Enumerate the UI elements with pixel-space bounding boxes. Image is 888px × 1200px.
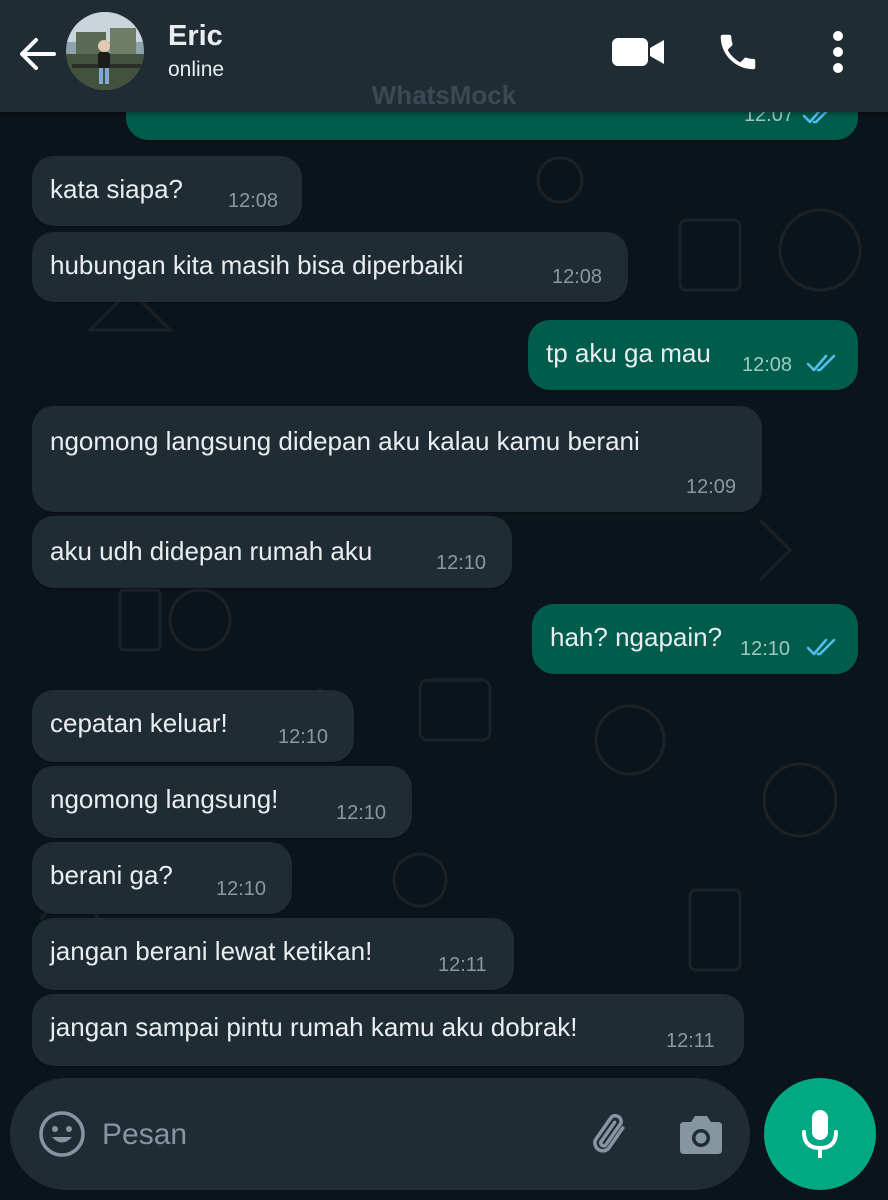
message-time: 12:10 xyxy=(336,802,387,824)
contact-name[interactable]: Eric xyxy=(168,20,223,53)
message-text: ngomong langsung didepan aku kalau kamu … xyxy=(50,426,640,456)
message-time: 12:11 xyxy=(438,954,487,976)
message-time: 12:10 xyxy=(740,638,791,660)
attach-button[interactable] xyxy=(584,1108,640,1164)
message-bubble[interactable]: ngomong langsung didepan aku kalau kamu … xyxy=(32,406,762,512)
message-bubble[interactable]: berani ga? 12:10 xyxy=(32,842,292,914)
more-options-button[interactable] xyxy=(818,22,858,82)
chat-screen: Eric online WhatsMock 12:07 kata siapa? … xyxy=(0,0,888,1200)
paperclip-icon xyxy=(593,1113,625,1153)
message-text: cepatan keluar! xyxy=(50,708,228,738)
message-bubble[interactable]: jangan sampai pintu rumah kamu aku dobra… xyxy=(32,994,744,1066)
message-time: 12:10 xyxy=(278,726,329,748)
message-bubble[interactable]: tp aku ga mau 12:08 xyxy=(528,320,858,390)
message-time: 12:08 xyxy=(552,266,603,288)
video-call-button[interactable] xyxy=(604,24,672,80)
contact-status: online xyxy=(168,58,225,81)
message-text: hubungan kita masih bisa diperbaiki xyxy=(50,250,464,280)
watermark: WhatsMock xyxy=(371,80,517,110)
phone-icon xyxy=(720,34,756,70)
message-text: jangan sampai pintu rumah kamu aku dobra… xyxy=(50,1012,578,1042)
message-text: tp aku ga mau xyxy=(546,338,711,368)
voice-call-button[interactable] xyxy=(708,22,768,82)
camera-icon xyxy=(680,1116,722,1154)
double-check-icon xyxy=(806,354,836,372)
message-time: 12:11 xyxy=(666,1030,715,1052)
message-time: 12:10 xyxy=(436,552,487,574)
message-text: aku udh didepan rumah aku xyxy=(50,536,373,566)
voice-message-button[interactable] xyxy=(764,1078,876,1190)
message-text: hah? ngapain? xyxy=(550,622,723,652)
video-camera-icon xyxy=(612,38,664,66)
message-input[interactable] xyxy=(100,1106,564,1164)
message-text: berani ga? xyxy=(50,860,173,890)
message-bubble[interactable]: aku udh didepan rumah aku 12:10 xyxy=(32,516,512,588)
arrow-left-icon xyxy=(20,38,56,70)
message-time: 12:09 xyxy=(686,476,737,498)
smiley-icon xyxy=(39,1111,85,1157)
emoji-button[interactable] xyxy=(38,1110,86,1158)
avatar[interactable] xyxy=(66,12,144,90)
message-bubble[interactable]: hah? ngapain? 12:10 xyxy=(532,604,858,674)
camera-button[interactable] xyxy=(676,1110,726,1160)
message-time: 12:10 xyxy=(216,878,267,900)
message-time: 12:08 xyxy=(742,354,793,376)
message-bubble[interactable]: kata siapa? 12:08 xyxy=(32,156,302,226)
message-bubble[interactable]: jangan berani lewat ketikan! 12:11 xyxy=(32,918,514,990)
microphone-icon xyxy=(802,1110,838,1158)
message-text: kata siapa? xyxy=(50,174,183,204)
message-text: jangan berani lewat ketikan! xyxy=(50,936,373,966)
message-text: ngomong langsung! xyxy=(50,784,279,814)
message-time: 12:08 xyxy=(228,190,279,212)
message-bubble[interactable]: hubungan kita masih bisa diperbaiki 12:0… xyxy=(32,232,628,302)
back-button[interactable] xyxy=(12,28,64,80)
message-bubble[interactable]: ngomong langsung! 12:10 xyxy=(32,766,412,838)
more-vertical-icon xyxy=(833,31,843,73)
double-check-icon xyxy=(806,638,836,656)
avatar-photo xyxy=(66,12,144,90)
message-bubble[interactable]: cepatan keluar! 12:10 xyxy=(32,690,354,762)
